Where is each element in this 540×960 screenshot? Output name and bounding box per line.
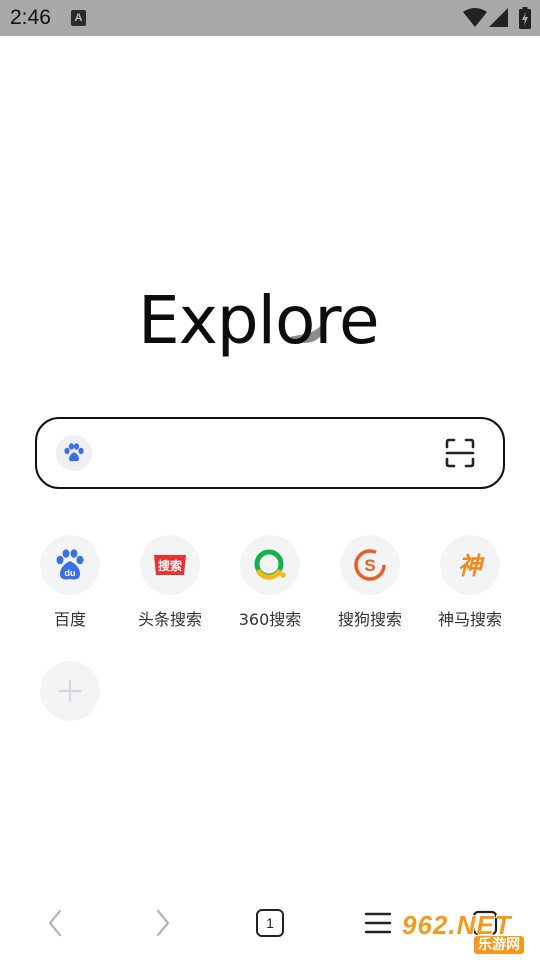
toutiao-icon-text: 搜索: [158, 558, 182, 573]
quick-link-label: 360搜索: [238, 610, 302, 629]
forward-button[interactable]: [150, 906, 176, 940]
tabs-button[interactable]: 1: [255, 906, 285, 940]
quick-link-sogou[interactable]: S 搜狗搜索: [325, 535, 415, 630]
quick-link-label: 神马搜索: [437, 610, 502, 629]
battery-icon: [519, 7, 531, 29]
scan-icon[interactable]: [445, 438, 475, 468]
sogou-icon-text: S: [364, 556, 375, 575]
quick-link-baidu[interactable]: du 百度: [25, 535, 115, 630]
explore-logo: Explore: [138, 279, 402, 363]
search-engine-button[interactable]: [56, 435, 92, 471]
status-time: 2:46: [10, 6, 51, 29]
quick-link-label: 头条搜索: [137, 610, 202, 629]
sogou-icon: S: [340, 535, 400, 595]
360-icon: [240, 535, 300, 595]
menu-button[interactable]: [364, 906, 392, 940]
add-quick-link-button[interactable]: [40, 661, 100, 721]
baidu-icon-text: du: [65, 568, 76, 578]
quick-link-label: 百度: [53, 610, 86, 629]
chevron-right-icon: [156, 909, 170, 937]
quick-link-label: 搜狗搜索: [337, 610, 402, 629]
shenma-icon: 神: [440, 535, 500, 595]
logo-text: Explore: [138, 282, 380, 359]
plus-icon: [59, 680, 81, 702]
chevron-left-icon: [48, 909, 62, 937]
search-box[interactable]: [35, 417, 505, 489]
quick-link-shenma[interactable]: 神 神马搜索: [425, 535, 515, 630]
baidu-icon: du: [40, 535, 100, 595]
hamburger-icon: [364, 912, 392, 934]
watermark-bottom: 乐游网: [474, 936, 524, 954]
tab-count: 1: [256, 909, 284, 937]
search-input[interactable]: [107, 433, 427, 473]
quick-link-toutiao[interactable]: 搜索 头条搜索: [125, 535, 215, 630]
notification-icon: A: [71, 10, 86, 26]
wifi-icon: [463, 8, 487, 27]
watermark: 962.NET 乐游网: [402, 910, 536, 956]
baidu-paw-icon: [64, 443, 84, 462]
back-button[interactable]: [42, 906, 68, 940]
quick-link-360[interactable]: 360搜索: [225, 535, 315, 630]
signal-icon: [489, 8, 508, 27]
toutiao-icon: 搜索: [140, 535, 200, 595]
shenma-icon-text: 神: [458, 552, 485, 580]
status-bar: 2:46 A: [0, 0, 540, 36]
